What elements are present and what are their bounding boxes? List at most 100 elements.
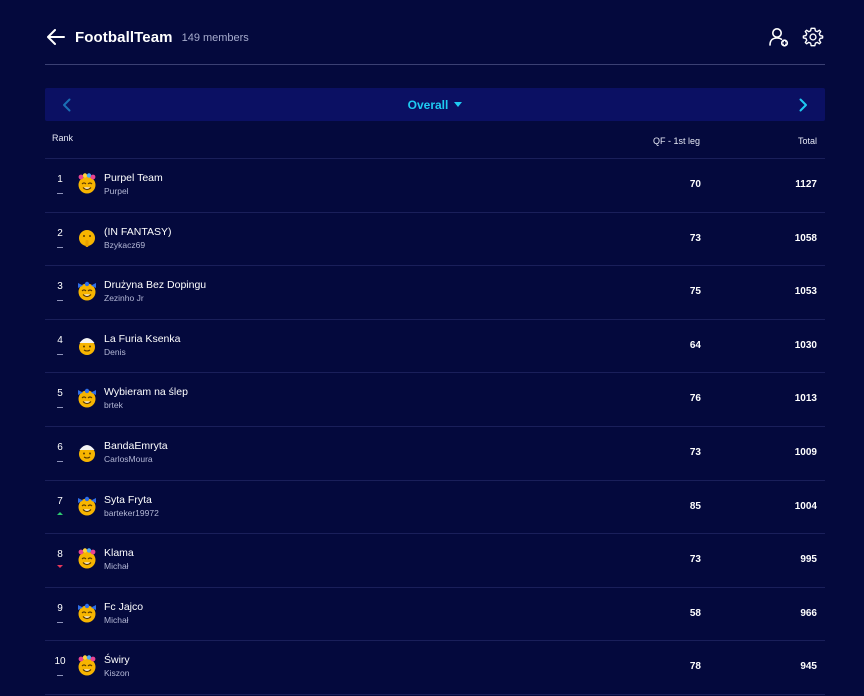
header-actions [767,25,825,49]
invite-member-button[interactable] [767,25,791,49]
column-header-round: QF - 1st leg [652,136,700,146]
rank-movement-same-icon [57,621,63,623]
settings-button[interactable] [801,25,825,49]
rank-number: 8 [57,549,63,561]
round-dropdown[interactable]: Overall [408,98,463,112]
table-row[interactable]: 6 BandaEmryta CarlosMoura 73 1009 [45,427,825,481]
manager-name: Michał [104,561,129,572]
rank-number: 5 [57,388,63,400]
blue-bow-emoji-icon [78,603,96,623]
table-body: 1 Purpel Team Purpel 70 1127 2 (IN FANTASY) Bzy… [45,159,825,695]
team-name: Wybieram na ślep [104,386,188,399]
team-name: Klama [104,547,134,560]
league-page: FootballTeam 149 members Overall Rank QF… [0,0,864,696]
next-round-button[interactable] [783,88,823,121]
blue-bow-emoji-icon [78,496,96,516]
rank-movement-same-icon [57,300,63,302]
round-points: 64 [689,339,701,351]
rank-movement-same-icon [57,675,63,677]
league-title: FootballTeam [75,28,173,46]
table-row[interactable]: 4 La Furia Ksenka Denis 64 1030 [45,320,825,374]
table-row[interactable]: 8 Klama Michał 73 995 [45,534,825,588]
standings-table: Rank QF - 1st leg Total 1 Purpel Team Purp… [45,125,825,695]
arrow-left-icon [47,29,65,45]
chevron-left-icon [63,98,71,111]
rank-movement-up-icon [57,511,63,515]
members-label: members [202,32,249,44]
team-name: Świry [104,654,130,667]
members-count: 149 members [182,32,249,44]
round-points: 78 [689,661,701,673]
column-header-rank: Rank [52,133,74,143]
turban-emoji-icon [79,444,95,462]
column-header-total: Total [797,136,817,146]
flower-crown-emoji-icon [78,173,96,194]
manager-name: Zezinho Jr [104,293,144,304]
manager-name: Purpel [104,186,129,196]
chevron-right-icon [799,98,807,111]
rank-number: 1 [57,174,63,185]
round-points: 75 [689,286,701,298]
manager-name: Kiszon [104,668,130,679]
team-name: (IN FANTASY) [104,225,172,238]
add-user-icon [769,28,789,47]
rank-movement-same-icon [57,353,63,355]
rank-movement-same-icon [57,460,63,462]
rank-number: 2 [57,227,63,239]
rank-number: 6 [57,441,63,453]
flower-crown-emoji-icon [78,655,96,676]
caret-down-icon [454,102,463,107]
members-number: 149 [181,32,200,44]
header-divider [45,64,825,65]
total-points: 1058 [794,232,817,244]
table-header: Rank QF - 1st leg Total [45,125,825,159]
round-dropdown-label: Overall [407,97,449,112]
round-points: 70 [689,179,701,190]
rank-number: 3 [57,281,63,293]
manager-name: barteker19972 [104,507,159,518]
round-selector: Overall [45,88,825,121]
total-points: 945 [800,661,817,673]
team-name: BandaEmryta [104,439,168,452]
table-row[interactable]: 9 Fc Jajco Michał 58 966 [45,588,825,642]
total-points: 1013 [794,393,817,405]
table-row[interactable]: 1 Purpel Team Purpel 70 1127 [45,159,825,213]
rank-movement-same-icon [57,407,63,409]
team-name: La Furia Ksenka [104,332,181,345]
table-row[interactable]: 3 Drużyna Bez Dopingu Zezinho Jr 75 1053 [45,266,825,320]
manager-name: brtek [104,400,123,411]
round-points: 58 [689,607,701,619]
rank-movement-same-icon [57,246,63,248]
turban-emoji-icon [79,337,95,355]
rank-number: 10 [54,656,66,668]
table-row[interactable]: 10 Świry Kiszon 78 945 [45,641,825,695]
gear-icon [802,27,824,47]
round-points: 85 [689,500,701,512]
table-row[interactable]: 2 (IN FANTASY) Bzykacz69 73 1058 [45,213,825,267]
previous-round-button[interactable] [47,88,87,121]
round-points: 73 [689,232,701,244]
back-button[interactable] [45,26,67,48]
manager-name: CarlosMoura [104,453,153,464]
total-points: 995 [800,554,817,566]
blue-bow-emoji-icon [78,389,96,408]
round-points: 73 [689,446,701,458]
team-name: Drużyna Bez Dopingu [104,279,207,292]
round-points: 73 [689,554,701,566]
flower-crown-emoji-icon [78,548,96,569]
table-row[interactable]: 7 Syta Fryta barteker19972 85 1004 [45,481,825,535]
table-row[interactable]: 5 Wybieram na ślep brtek 76 1013 [45,373,825,427]
team-name: Syta Fryta [104,493,152,506]
total-points: 1053 [794,286,817,298]
rank-number: 9 [57,602,63,614]
manager-name: Bzykacz69 [104,239,146,250]
total-points: 1009 [794,446,817,458]
rank-number: 7 [57,495,63,507]
rank-movement-same-icon [57,193,63,194]
round-points: 76 [689,393,701,405]
league-header: FootballTeam 149 members [45,18,825,56]
total-points: 966 [800,607,817,619]
total-points: 1127 [795,179,817,190]
shushing-face-icon [79,229,95,247]
blue-bow-emoji-icon [78,281,96,301]
